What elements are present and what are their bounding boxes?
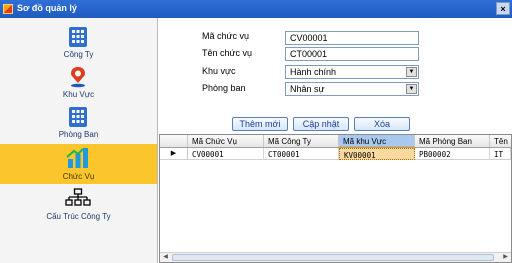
khu-vuc-select[interactable]: Hành chính ▼ — [285, 65, 419, 79]
scroll-left-icon[interactable]: ◀ — [161, 254, 170, 261]
chevron-down-icon[interactable]: ▼ — [406, 84, 417, 94]
grid-header: Mã Chức Vụ Mã Công Ty Mã khu Vực Mã Phòn… — [160, 135, 511, 148]
sidebar-item-label: Chức Vụ — [62, 172, 95, 181]
sidebar-item-label: Phòng Ban — [58, 130, 99, 139]
phong-ban-label: Phòng ban — [202, 83, 246, 93]
sidebar: Công Ty Khu Vực Phòng Ban Chức Vụ Cấu Tr… — [0, 18, 158, 263]
column-header[interactable]: Mã Công Ty — [264, 135, 339, 147]
main-panel: Mã chức vụ CV00001 Tên chức vụ CT00001 K… — [159, 18, 512, 263]
table-row[interactable]: ▶ CV00001 CT00001 KV00001 PB00002 IT — [160, 148, 511, 160]
map-pin-icon — [71, 67, 85, 88]
update-button[interactable]: Cập nhật — [293, 117, 349, 131]
sidebar-item-phong-ban[interactable]: Phòng Ban — [0, 102, 157, 142]
close-button[interactable]: × — [496, 2, 510, 15]
title-bar: Sơ đồ quản lý × — [0, 0, 512, 18]
chevron-down-icon[interactable]: ▼ — [406, 67, 417, 77]
sidebar-item-label: Khu Vực — [62, 90, 95, 99]
building-grid-icon — [69, 107, 87, 127]
table-cell[interactable]: PB00002 — [415, 148, 490, 160]
phong-ban-selected: Nhân sự — [290, 84, 325, 94]
column-header[interactable]: Mã khu Vực — [339, 135, 415, 147]
delete-button[interactable]: Xóa — [354, 117, 410, 131]
sidebar-item-cong-ty[interactable]: Công Ty — [0, 22, 157, 62]
ten-chuc-vu-label: Tên chức vụ — [202, 48, 253, 58]
row-selector-icon[interactable]: ▶ — [160, 148, 188, 160]
ma-chuc-vu-field[interactable]: CV00001 — [285, 31, 419, 45]
ten-chuc-vu-field[interactable]: CT00001 — [285, 47, 419, 61]
column-header[interactable]: Mã Phòng Ban — [415, 135, 490, 147]
sidebar-item-khu-vuc[interactable]: Khu Vực — [0, 62, 157, 102]
sidebar-item-cau-truc-cong-ty[interactable]: Cấu Trúc Công Ty — [0, 184, 157, 224]
sidebar-item-label: Cấu Trúc Công Ty — [46, 212, 111, 221]
grid-corner — [160, 135, 188, 147]
table-cell[interactable]: CT00001 — [264, 148, 339, 160]
bar-chart-icon — [66, 148, 88, 168]
app-icon — [3, 4, 13, 14]
table-cell[interactable]: KV00001 — [339, 148, 415, 160]
sidebar-item-chuc-vu[interactable]: Chức Vụ — [0, 144, 157, 184]
phong-ban-select[interactable]: Nhân sự ▼ — [285, 82, 419, 96]
window-title: Sơ đồ quản lý — [17, 3, 77, 13]
table-cell[interactable]: CV00001 — [188, 148, 264, 160]
khu-vuc-selected: Hành chính — [290, 67, 337, 77]
scrollbar-thumb[interactable] — [172, 254, 494, 261]
ma-chuc-vu-label: Mã chức vụ — [202, 31, 250, 41]
column-header[interactable]: Tên — [490, 135, 511, 147]
scroll-right-icon[interactable]: ▶ — [501, 254, 510, 261]
add-button[interactable]: Thêm mới — [232, 117, 288, 131]
column-header[interactable]: Mã Chức Vụ — [188, 135, 264, 147]
data-grid[interactable]: Mã Chức Vụ Mã Công Ty Mã khu Vực Mã Phòn… — [159, 134, 512, 263]
org-chart-icon — [65, 188, 91, 206]
table-cell[interactable]: IT — [490, 148, 511, 160]
khu-vuc-label: Khu vực — [202, 66, 236, 76]
sidebar-item-label: Công Ty — [63, 50, 94, 59]
horizontal-scrollbar[interactable]: ◀ ▶ — [160, 252, 511, 262]
building-grid-icon — [69, 27, 87, 47]
